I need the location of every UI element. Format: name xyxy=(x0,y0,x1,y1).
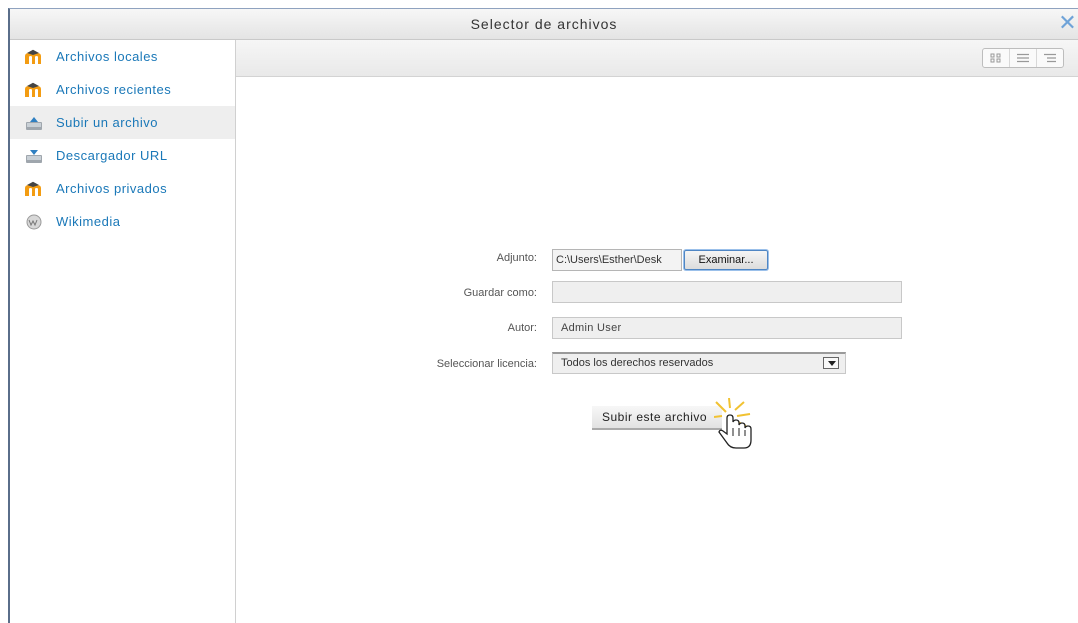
sidebar-item-label: Wikimedia xyxy=(56,214,121,229)
sidebar-item-url-downloader[interactable]: Descargador URL xyxy=(10,139,235,172)
sidebar-item-label: Archivos privados xyxy=(56,181,168,196)
sidebar-item-wikimedia[interactable]: Wikimedia xyxy=(10,205,235,238)
moodle-icon xyxy=(24,49,44,65)
repository-sidebar: Archivos locales Archivos recientes Subi… xyxy=(10,40,236,623)
saveas-label: Guardar como: xyxy=(463,287,537,299)
sidebar-item-label: Subir un archivo xyxy=(56,115,158,130)
icons-view-icon[interactable] xyxy=(983,49,1009,67)
moodle-icon xyxy=(24,82,44,98)
browse-button[interactable]: Examinar... xyxy=(684,250,768,270)
saveas-field[interactable] xyxy=(552,281,902,303)
license-label: Seleccionar licencia: xyxy=(436,358,537,370)
sidebar-item-label: Descargador URL xyxy=(56,148,168,163)
chevron-down-icon xyxy=(823,357,839,369)
dialog-titlebar: Selector de archivos ✕ xyxy=(10,9,1078,40)
sidebar-item-upload-file[interactable]: Subir un archivo xyxy=(10,106,235,139)
tree-view-icon[interactable] xyxy=(1036,49,1063,67)
download-icon xyxy=(24,148,44,164)
main-panel: Adjunto: C:\Users\Esther\Desk Examinar..… xyxy=(236,40,1078,623)
file-picker-dialog: Selector de archivos ✕ Archivos locales … xyxy=(8,8,1078,623)
attachment-path-field[interactable]: C:\Users\Esther\Desk xyxy=(552,249,682,271)
view-toolbar xyxy=(236,40,1078,77)
view-mode-group xyxy=(982,48,1064,68)
author-field[interactable]: Admin User xyxy=(552,317,902,339)
sidebar-item-private-files[interactable]: Archivos privados xyxy=(10,172,235,205)
dialog-title: Selector de archivos xyxy=(470,16,618,32)
sidebar-item-label: Archivos locales xyxy=(56,49,158,64)
close-icon[interactable]: ✕ xyxy=(1056,11,1078,37)
upload-icon xyxy=(24,115,44,131)
list-view-icon[interactable] xyxy=(1009,49,1036,67)
license-select[interactable]: Todos los derechos reservados xyxy=(552,352,846,374)
license-select-value: Todos los derechos reservados xyxy=(561,357,714,369)
wikimedia-icon xyxy=(24,214,44,230)
pointer-hand-icon xyxy=(714,398,752,449)
author-label: Autor: xyxy=(507,322,537,334)
upload-submit-button[interactable]: Subir este archivo xyxy=(592,406,722,430)
attachment-label: Adjunto: xyxy=(496,252,537,264)
sidebar-item-local-files[interactable]: Archivos locales xyxy=(10,40,235,73)
moodle-icon xyxy=(24,181,44,197)
sidebar-item-recent-files[interactable]: Archivos recientes xyxy=(10,73,235,106)
sidebar-item-label: Archivos recientes xyxy=(56,82,172,97)
